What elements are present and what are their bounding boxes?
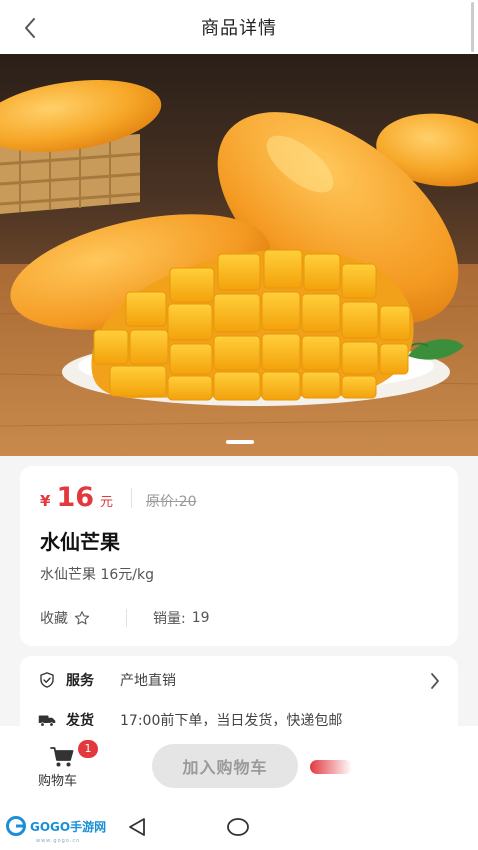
system-home-button[interactable] (226, 816, 250, 842)
chevron-right-icon (431, 673, 439, 689)
page-title: 商品详情 (201, 18, 277, 39)
circle-home-icon (227, 818, 249, 836)
add-to-cart-button[interactable]: 加入购物车 (152, 744, 298, 788)
buy-now-button[interactable] (310, 760, 352, 774)
service-details-button[interactable] (430, 672, 440, 694)
favorite-button[interactable]: 收藏 (40, 608, 90, 628)
cart-count-badge: 1 (78, 740, 98, 758)
shield-check-icon (38, 671, 56, 689)
product-description: 水仙芒果 16元/kg (40, 567, 154, 583)
chevron-left-icon (25, 18, 35, 38)
service-value: 产地直销 (120, 673, 176, 689)
current-price: 16 (56, 482, 95, 513)
service-row[interactable]: 服务 产地直销 (38, 670, 176, 690)
scrollbar-thumb[interactable] (471, 2, 474, 52)
sales-count: 19 (191, 610, 210, 626)
star-icon (74, 611, 90, 625)
shopping-cart-icon (50, 747, 74, 767)
product-info-card: ¥ 16 元 原价:20 水仙芒果 水仙芒果 16元/kg 收藏 销量: 19 (20, 466, 458, 646)
service-label: 服务 (66, 673, 94, 689)
meta-divider (126, 609, 127, 627)
system-back-button[interactable] (126, 816, 148, 842)
sales-label: 销量: (153, 611, 186, 627)
watermark-logo: GOGO手游网 www.gogo.cn (6, 816, 107, 844)
back-button[interactable] (16, 14, 44, 42)
price-unit: 元 (100, 495, 114, 510)
gogo-logo-icon (6, 816, 26, 836)
top-navigation-bar: 商品详情 (0, 0, 478, 54)
cart-button[interactable]: 1 购物车 (30, 740, 98, 794)
price-divider (131, 487, 133, 508)
product-meta-row: 收藏 销量: 19 (40, 608, 210, 628)
cart-label: 购物车 (38, 774, 78, 789)
system-navigation-bar: GOGO手游网 www.gogo.cn (0, 806, 478, 850)
price-row: ¥ 16 元 原价:20 (40, 482, 197, 513)
favorite-label: 收藏 (40, 611, 68, 627)
original-price: 原价:20 (146, 494, 197, 510)
mango-photo (0, 54, 478, 456)
triangle-back-icon (129, 818, 145, 836)
watermark-text: GOGO手游网 (30, 819, 107, 834)
product-image-carousel[interactable] (0, 54, 478, 456)
currency-symbol: ¥ (40, 492, 51, 510)
carousel-indicator[interactable] (226, 440, 254, 444)
bottom-action-bar: 1 购物车 加入购物车 (0, 726, 478, 806)
product-name: 水仙芒果 (40, 530, 120, 554)
watermark-subtext: www.gogo.cn (36, 838, 81, 844)
